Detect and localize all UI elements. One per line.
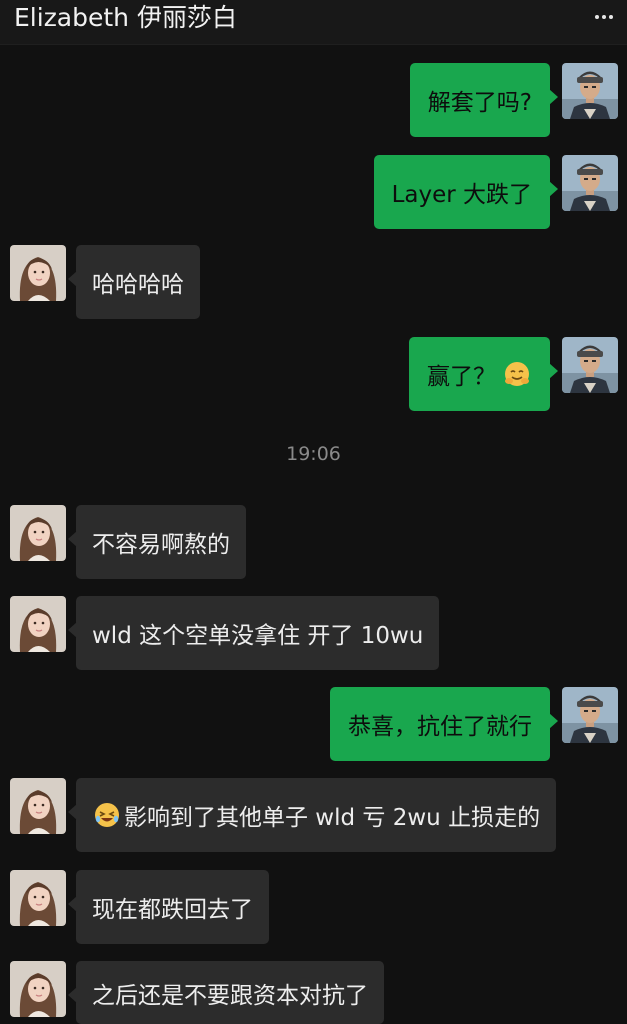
contact-name: Elizabeth 伊丽莎白 bbox=[14, 3, 237, 32]
message-text: Layer 大跌了 bbox=[391, 182, 532, 208]
message-bubble-incoming[interactable]: 哈哈哈哈 bbox=[68, 245, 200, 319]
message-text: 影响到了其他单子 wld 亏 2wu 止损走的 bbox=[124, 805, 541, 831]
my-avatar[interactable] bbox=[562, 63, 618, 119]
message-bubble-incoming[interactable]: 不容易啊熬的 bbox=[68, 505, 246, 579]
message-text: 哈哈哈哈 bbox=[92, 272, 184, 298]
rolling-laughing-emoji bbox=[92, 800, 122, 830]
message-text: 现在都跌回去了 bbox=[92, 897, 253, 923]
message-bubble-outgoing[interactable]: 恭喜，抗住了就行 bbox=[330, 687, 558, 761]
hugging-face-emoji bbox=[502, 359, 532, 389]
my-avatar[interactable] bbox=[562, 687, 618, 743]
contact-avatar[interactable] bbox=[10, 961, 66, 1017]
message-bubble-outgoing[interactable]: 解套了吗? bbox=[409, 63, 559, 137]
message-bubble-incoming[interactable]: 影响到了其他单子 wld 亏 2wu 止损走的 bbox=[67, 778, 557, 852]
message-bubble-outgoing[interactable]: 赢了？ bbox=[409, 337, 558, 411]
contact-avatar[interactable] bbox=[10, 596, 66, 652]
message-bubble-incoming[interactable]: 现在都跌回去了 bbox=[68, 870, 269, 944]
message-text: 赢了？ bbox=[427, 364, 496, 390]
message-text: 解套了吗? bbox=[427, 90, 532, 116]
message-text: 之后还是不要跟资本对抗了 bbox=[92, 982, 368, 1009]
message-bubble-outgoing[interactable]: Layer 大跌了 bbox=[373, 155, 559, 229]
message-bubble-incoming[interactable]: wld 这个空单没拿住 开了 10wu bbox=[67, 596, 440, 670]
more-dots-icon[interactable] bbox=[589, 4, 619, 30]
message-text: 恭喜，抗住了就行 bbox=[348, 714, 532, 740]
contact-avatar[interactable] bbox=[10, 870, 66, 926]
message-text: 不容易啊熬的 bbox=[92, 532, 230, 558]
my-avatar[interactable] bbox=[562, 337, 618, 393]
message-text: wld 这个空单没拿住 开了 10wu bbox=[92, 623, 424, 649]
contact-avatar[interactable] bbox=[10, 245, 66, 301]
contact-avatar[interactable] bbox=[10, 505, 66, 561]
timestamp: 19:06 bbox=[286, 443, 341, 465]
chat-screen: Elizabeth 伊丽莎白 解套了吗? Layer 大跌了 哈哈哈哈 赢了？ bbox=[0, 0, 627, 1024]
contact-avatar[interactable] bbox=[10, 778, 66, 834]
message-bubble-incoming[interactable]: 之后还是不要跟资本对抗了 bbox=[68, 961, 384, 1024]
chat-header: Elizabeth 伊丽莎白 bbox=[0, 0, 627, 45]
my-avatar[interactable] bbox=[562, 155, 618, 211]
